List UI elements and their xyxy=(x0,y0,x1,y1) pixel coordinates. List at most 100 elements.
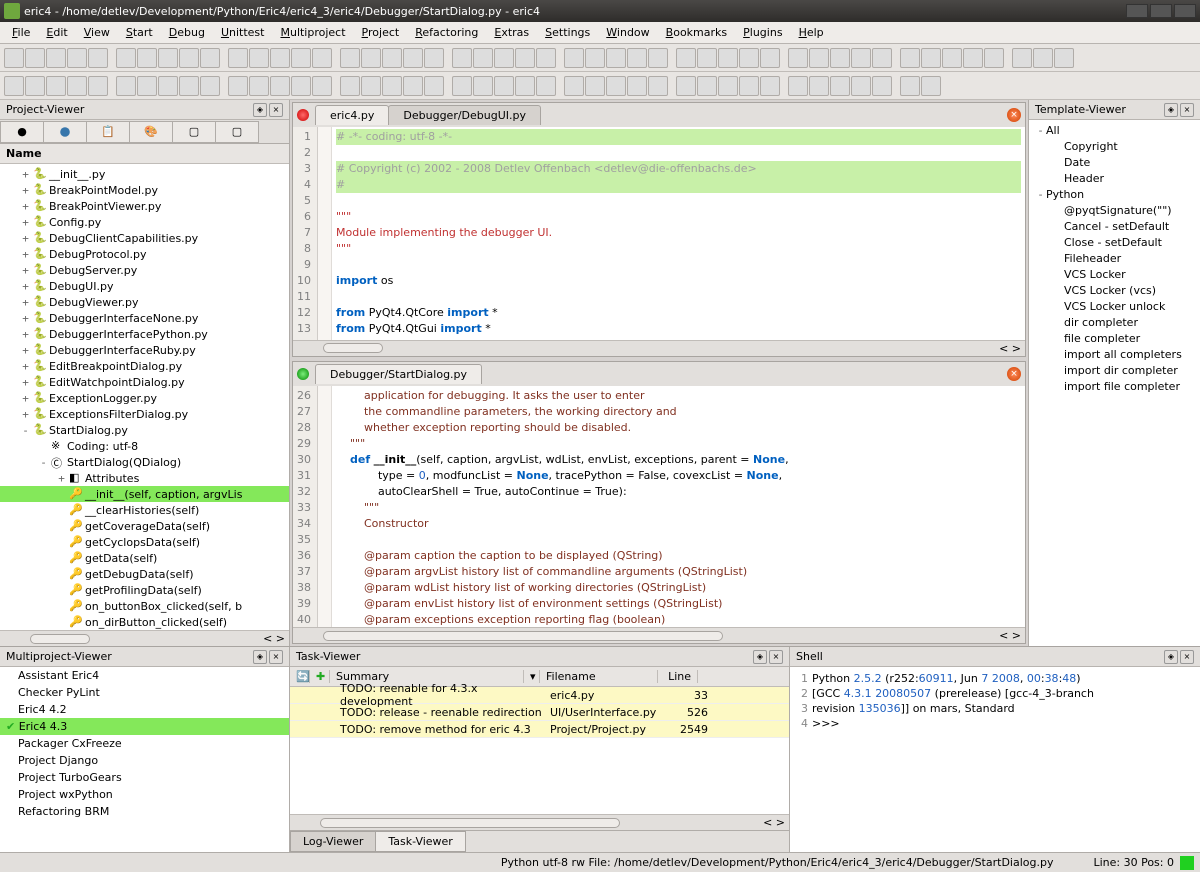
toolbar-button[interactable] xyxy=(4,76,24,96)
toolbar-button[interactable] xyxy=(676,48,696,68)
template-item[interactable]: import all completers xyxy=(1029,346,1200,362)
toolbar-button[interactable] xyxy=(200,48,220,68)
toolbar-button[interactable] xyxy=(158,76,178,96)
toolbar-button[interactable] xyxy=(424,48,444,68)
toolbar-button[interactable] xyxy=(1012,48,1032,68)
template-item[interactable]: -All xyxy=(1029,122,1200,138)
toolbar-button[interactable] xyxy=(851,76,871,96)
editor1-tab-2[interactable]: Debugger/DebugUI.py xyxy=(388,105,541,125)
maximize-button[interactable] xyxy=(1150,4,1172,18)
multiproject-item[interactable]: Checker PyLint xyxy=(0,684,289,701)
tv-pin-icon[interactable]: ◈ xyxy=(1164,103,1178,117)
toolbar-button[interactable] xyxy=(536,76,556,96)
menu-multiproject[interactable]: Multiproject xyxy=(272,24,353,41)
mp-close-icon[interactable]: × xyxy=(269,650,283,664)
multiproject-item[interactable]: Eric4 4.2 xyxy=(0,701,289,718)
menu-settings[interactable]: Settings xyxy=(537,24,598,41)
toolbar-button[interactable] xyxy=(564,48,584,68)
tree-item[interactable]: +🐍BreakPointViewer.py xyxy=(0,198,289,214)
toolbar-button[interactable] xyxy=(228,76,248,96)
toolbar-button[interactable] xyxy=(1033,48,1053,68)
toolbar-button[interactable] xyxy=(900,48,920,68)
toolbar-button[interactable] xyxy=(585,48,605,68)
tree-item[interactable]: +🐍EditBreakpointDialog.py xyxy=(0,358,289,374)
toolbar-button[interactable] xyxy=(676,76,696,96)
tree-item[interactable]: 🔑getDebugData(self) xyxy=(0,566,289,582)
toolbar-button[interactable] xyxy=(921,48,941,68)
toolbar-button[interactable] xyxy=(830,48,850,68)
menu-project[interactable]: Project xyxy=(354,24,408,41)
toolbar-button[interactable] xyxy=(25,76,45,96)
template-item[interactable]: import dir completer xyxy=(1029,362,1200,378)
tree-item[interactable]: +🐍DebuggerInterfaceRuby.py xyxy=(0,342,289,358)
toolbar-button[interactable] xyxy=(46,48,66,68)
pv-tab-other1[interactable]: ▢ xyxy=(172,121,216,143)
menu-window[interactable]: Window xyxy=(598,24,657,41)
toolbar-button[interactable] xyxy=(67,48,87,68)
pv-tab-gray[interactable]: ● xyxy=(0,121,44,143)
toolbar-button[interactable] xyxy=(963,48,983,68)
toolbar-button[interactable] xyxy=(88,48,108,68)
toolbar-button[interactable] xyxy=(830,76,850,96)
toolbar-button[interactable] xyxy=(536,48,556,68)
toolbar-button[interactable] xyxy=(739,76,759,96)
task-col-filename[interactable]: Filename xyxy=(540,670,658,683)
menu-file[interactable]: File xyxy=(4,24,38,41)
task-row[interactable]: TODO: release - reenable redirectionUI/U… xyxy=(290,704,789,721)
toolbar-button[interactable] xyxy=(473,76,493,96)
toolbar-button[interactable] xyxy=(606,48,626,68)
toolbar-button[interactable] xyxy=(921,76,941,96)
toolbar-button[interactable] xyxy=(179,76,199,96)
toolbar-button[interactable] xyxy=(718,48,738,68)
toolbar-button[interactable] xyxy=(515,48,535,68)
editor1-hscroll[interactable]: < > xyxy=(293,340,1025,356)
tree-item[interactable]: +🐍ExceptionsFilterDialog.py xyxy=(0,406,289,422)
toolbar-button[interactable] xyxy=(312,76,332,96)
toolbar-button[interactable] xyxy=(515,76,535,96)
editor2-close-icon[interactable]: × xyxy=(1007,367,1021,381)
menu-start[interactable]: Start xyxy=(118,24,161,41)
template-item[interactable]: VCS Locker (vcs) xyxy=(1029,282,1200,298)
multiproject-item[interactable]: Assistant Eric4 xyxy=(0,667,289,684)
tree-item[interactable]: +🐍__init__.py xyxy=(0,166,289,182)
toolbar-button[interactable] xyxy=(1054,48,1074,68)
multiproject-item[interactable]: Project TurboGears xyxy=(0,769,289,786)
tree-item[interactable]: +🐍DebuggerInterfaceNone.py xyxy=(0,310,289,326)
toolbar-button[interactable] xyxy=(697,76,717,96)
toolbar-button[interactable] xyxy=(88,76,108,96)
menu-refactoring[interactable]: Refactoring xyxy=(407,24,486,41)
tv2-pin-icon[interactable]: ◈ xyxy=(753,650,767,664)
task-row[interactable]: TODO: reenable for 4.3.x developmenteric… xyxy=(290,687,789,704)
tree-item[interactable]: +🐍DebugServer.py xyxy=(0,262,289,278)
toolbar-button[interactable] xyxy=(452,76,472,96)
tree-item[interactable]: 🔑getData(self) xyxy=(0,550,289,566)
toolbar-button[interactable] xyxy=(585,76,605,96)
toolbar-button[interactable] xyxy=(67,76,87,96)
menu-help[interactable]: Help xyxy=(791,24,832,41)
editor2-hscroll[interactable]: < > xyxy=(293,627,1025,643)
menu-debug[interactable]: Debug xyxy=(161,24,213,41)
multiproject-item[interactable]: Packager CxFreeze xyxy=(0,735,289,752)
task-col-icon2[interactable]: ✚ xyxy=(310,670,330,683)
shell-output[interactable]: 1Python 2.5.2 (r252:60911, Jun 7 2008, 0… xyxy=(790,667,1200,852)
multiproject-item[interactable]: Project wxPython xyxy=(0,786,289,803)
toolbar-button[interactable] xyxy=(116,76,136,96)
toolbar-button[interactable] xyxy=(788,76,808,96)
tree-item[interactable]: +🐍DebugProtocol.py xyxy=(0,246,289,262)
toolbar-button[interactable] xyxy=(312,48,332,68)
tree-item[interactable]: +🐍ExceptionLogger.py xyxy=(0,390,289,406)
toolbar-button[interactable] xyxy=(270,76,290,96)
toolbar-button[interactable] xyxy=(942,48,962,68)
menu-unittest[interactable]: Unittest xyxy=(213,24,273,41)
project-hscroll[interactable]: < > xyxy=(0,630,289,646)
editor1-fold-gutter[interactable] xyxy=(318,127,332,340)
tree-item[interactable]: ※Coding: utf-8 xyxy=(0,438,289,454)
tree-item[interactable]: +🐍Config.py xyxy=(0,214,289,230)
toolbar-button[interactable] xyxy=(851,48,871,68)
multiproject-item[interactable]: Project Django xyxy=(0,752,289,769)
template-item[interactable]: import file completer xyxy=(1029,378,1200,394)
toolbar-button[interactable] xyxy=(739,48,759,68)
pv-tab-forms[interactable]: 📋 xyxy=(86,121,130,143)
tv2-close-icon[interactable]: × xyxy=(769,650,783,664)
toolbar-button[interactable] xyxy=(648,48,668,68)
